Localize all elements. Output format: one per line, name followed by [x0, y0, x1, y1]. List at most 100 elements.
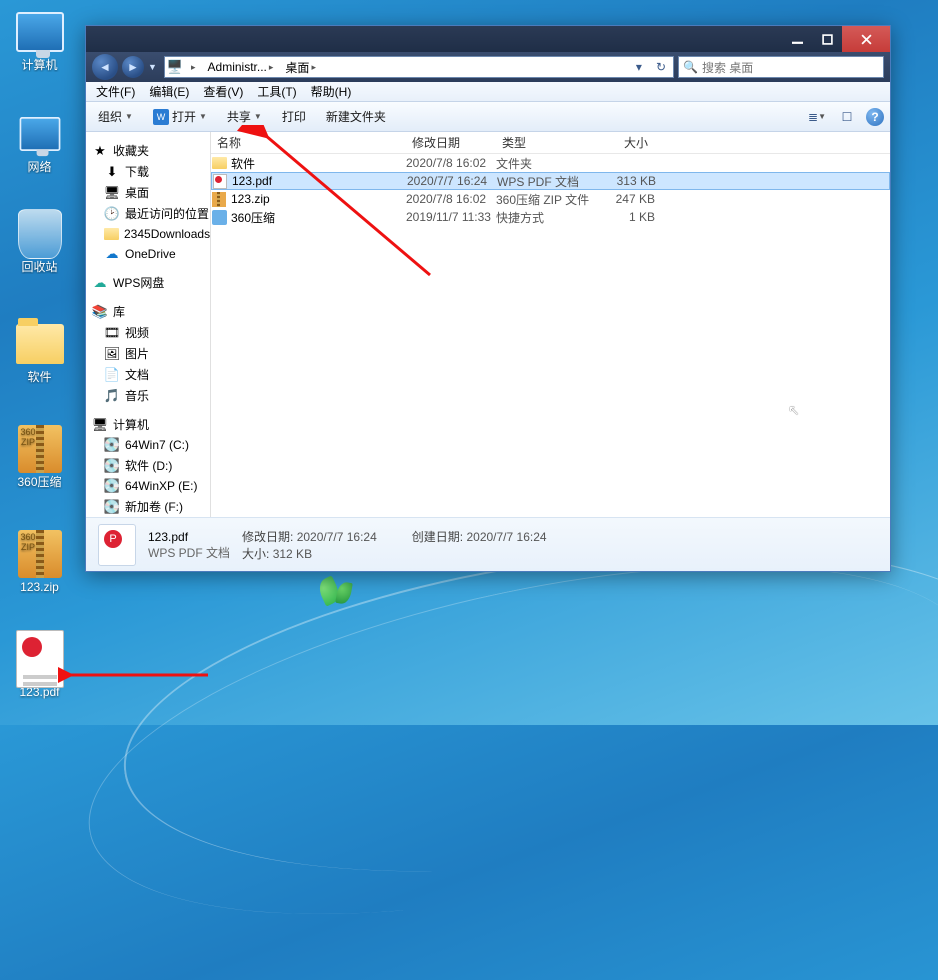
- drive-icon: 💽: [104, 458, 120, 474]
- view-options-icon[interactable]: ≣ ▼: [806, 106, 828, 128]
- nav-favorites-head[interactable]: ★收藏夹: [86, 140, 210, 161]
- file-row[interactable]: 软件2020/7/8 16:02文件夹: [211, 154, 890, 172]
- menu-edit[interactable]: 编辑(E): [143, 81, 195, 102]
- file-rows: 软件2020/7/8 16:02文件夹123.pdf2020/7/7 16:24…: [211, 154, 890, 517]
- menu-view[interactable]: 查看(V): [197, 81, 249, 102]
- nav-onedrive[interactable]: ☁OneDrive: [86, 244, 210, 264]
- nav-wps[interactable]: ☁WPS网盘: [86, 272, 210, 293]
- file-type: 文件夹: [496, 155, 591, 172]
- nav-drive-e[interactable]: 💽64WinXP (E:): [86, 476, 210, 496]
- file-list-pane: 名称 修改日期 类型 大小 软件2020/7/8 16:02文件夹123.pdf…: [211, 132, 890, 517]
- nav-libraries-head[interactable]: 📚库: [86, 301, 210, 322]
- nav-videos[interactable]: 🎞视频: [86, 322, 210, 343]
- nav-label: 软件 (D:): [125, 457, 172, 474]
- desktop-icon-123-pdf[interactable]: 123.pdf: [2, 635, 77, 699]
- drive-icon: 💽: [104, 478, 120, 494]
- nav-drive-c[interactable]: 💽64Win7 (C:): [86, 435, 210, 455]
- search-icon: 🔍: [683, 60, 698, 74]
- library-icon: 📚: [92, 304, 108, 320]
- titlebar-drag[interactable]: [86, 26, 782, 52]
- refresh-icon[interactable]: ↻: [651, 60, 671, 74]
- details-meta: 修改日期: 2020/7/7 16:24 大小: 312 KB 创建日期: 20…: [242, 528, 547, 562]
- file-date: 2020/7/8 16:02: [406, 192, 496, 206]
- file-name: 123.zip: [231, 192, 270, 206]
- nav-back-button[interactable]: ◄: [92, 54, 118, 80]
- file-row[interactable]: 123.zip2020/7/8 16:02360压缩 ZIP 文件247 KB: [211, 190, 890, 208]
- breadcrumb-item[interactable]: 桌面▸: [281, 57, 320, 77]
- toolbar-share[interactable]: 共享▼: [221, 105, 268, 128]
- column-type[interactable]: 类型: [496, 134, 591, 151]
- nav-drive-f[interactable]: 💽新加卷 (F:): [86, 496, 210, 517]
- nav-music[interactable]: 🎵音乐: [86, 385, 210, 406]
- toolbar-new-folder[interactable]: 新建文件夹: [320, 105, 392, 128]
- preview-pane-icon[interactable]: ☐: [836, 106, 858, 128]
- titlebar[interactable]: [86, 26, 890, 52]
- file-size: 247 KB: [591, 192, 655, 206]
- details-create-label: 创建日期:: [412, 530, 463, 544]
- wps-icon: W: [153, 109, 169, 125]
- computer-icon: 🖥: [92, 417, 108, 433]
- file-size: 313 KB: [592, 174, 656, 188]
- menubar: 文件(F) 编辑(E) 查看(V) 工具(T) 帮助(H): [86, 82, 890, 102]
- column-name[interactable]: 名称: [211, 134, 406, 151]
- nav-computer-head[interactable]: 🖥 计算机: [86, 414, 210, 435]
- file-name: 360压缩: [231, 209, 275, 226]
- download-icon: ⬇: [104, 164, 120, 180]
- nav-label: 视频: [125, 324, 149, 341]
- toolbar: 组织▼ W打开▼ 共享▼ 打印 新建文件夹 ≣ ▼ ☐ ?: [86, 102, 890, 132]
- desktop-icon-network[interactable]: 网络: [2, 110, 77, 174]
- toolbar-open[interactable]: W打开▼: [147, 105, 213, 128]
- file-type-icon: [212, 173, 228, 189]
- address-dropdown-icon[interactable]: ▾: [631, 60, 647, 74]
- mouse-cursor: ↖: [788, 402, 800, 419]
- menu-tools[interactable]: 工具(T): [251, 81, 302, 102]
- menu-file[interactable]: 文件(F): [90, 81, 141, 102]
- nav-pictures[interactable]: 🖼图片: [86, 343, 210, 364]
- nav-label: 图片: [125, 345, 149, 362]
- maximize-button[interactable]: [812, 26, 842, 52]
- nav-desktop[interactable]: 🖥桌面: [86, 182, 210, 203]
- toolbar-print[interactable]: 打印: [276, 105, 312, 128]
- file-row[interactable]: 123.pdf2020/7/7 16:24WPS PDF 文档313 KB: [211, 172, 890, 190]
- help-icon[interactable]: ?: [866, 108, 884, 126]
- nav-documents[interactable]: 📄文档: [86, 364, 210, 385]
- column-date[interactable]: 修改日期: [406, 134, 496, 151]
- breadcrumb-dropdown[interactable]: ▸: [187, 57, 200, 77]
- nav-forward-button[interactable]: ►: [122, 56, 144, 78]
- address-bar[interactable]: 🖥️ ▸ Administr...▸ 桌面▸ ▾ ↻: [164, 56, 674, 78]
- zip-icon: [18, 425, 62, 473]
- nav-2345downloads[interactable]: 2345Downloads: [86, 224, 210, 244]
- breadcrumb-item[interactable]: Administr...▸: [204, 57, 278, 77]
- nav-label: 计算机: [113, 416, 149, 433]
- minimize-button[interactable]: [782, 26, 812, 52]
- desktop-icon-123-zip[interactable]: 123.zip: [2, 530, 77, 594]
- menu-help[interactable]: 帮助(H): [305, 81, 358, 102]
- network-icon: [19, 117, 60, 151]
- desktop-label: 123.zip: [2, 580, 77, 594]
- file-row[interactable]: 360压缩2019/11/7 11:33快捷方式1 KB: [211, 208, 890, 226]
- drive-icon: 💽: [104, 437, 120, 453]
- toolbar-label: 打印: [282, 108, 306, 125]
- toolbar-organize[interactable]: 组织▼: [92, 105, 139, 128]
- nav-downloads[interactable]: ⬇下载: [86, 161, 210, 182]
- file-date: 2020/7/7 16:24: [407, 174, 497, 188]
- nav-recent[interactable]: 🕑最近访问的位置: [86, 203, 210, 224]
- desktop-icon-recycle-bin[interactable]: 回收站: [2, 210, 77, 274]
- file-type-icon: [211, 209, 227, 225]
- file-date: 2019/11/7 11:33: [406, 210, 496, 224]
- breadcrumb-label: Administr...: [208, 60, 267, 74]
- document-icon: 📄: [104, 367, 120, 383]
- column-size[interactable]: 大小: [591, 134, 655, 151]
- nav-drive-d[interactable]: 💽 软件 (D:): [86, 455, 210, 476]
- desktop-icon-computer[interactable]: 计算机: [2, 8, 77, 72]
- file-type: 快捷方式: [496, 209, 591, 226]
- nav-history-dropdown[interactable]: ▼: [148, 62, 160, 72]
- desktop-label: 回收站: [2, 260, 77, 274]
- desktop-icon-360zip[interactable]: 360压缩: [2, 425, 77, 489]
- details-size-value: 312 KB: [273, 547, 312, 561]
- nav-label: OneDrive: [125, 247, 176, 261]
- search-box[interactable]: 🔍 搜索 桌面: [678, 56, 884, 78]
- desktop-icon-software-folder[interactable]: 软件: [2, 320, 77, 384]
- close-button[interactable]: [842, 26, 890, 52]
- desktop-icon: 🖥: [104, 185, 120, 201]
